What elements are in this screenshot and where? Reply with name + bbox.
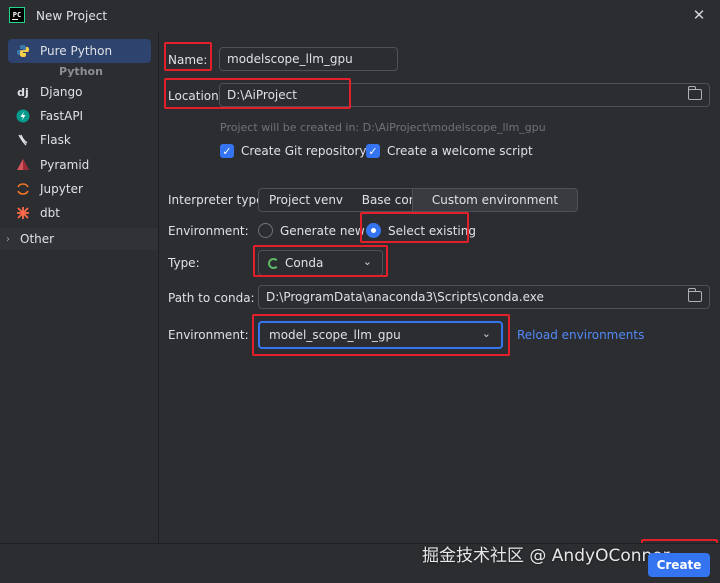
- generate-new-radio[interactable]: [258, 223, 273, 238]
- folder-icon[interactable]: [687, 288, 702, 302]
- select-existing-radio[interactable]: [366, 223, 381, 238]
- sidebar-item-flask[interactable]: Flask: [8, 128, 151, 152]
- environment-mode-label: Environment:: [168, 224, 249, 238]
- environment-value: model_scope_llm_gpu: [269, 328, 401, 342]
- git-checkbox[interactable]: ✓: [220, 144, 234, 158]
- sidebar-item-django[interactable]: dj Django: [8, 80, 151, 104]
- project-type-sidebar: Pure Python Python dj Django FastAPI Fla…: [0, 32, 159, 543]
- type-value: Conda: [285, 256, 324, 270]
- sidebar-group-label: Python: [59, 65, 103, 78]
- environment-label: Environment:: [168, 328, 249, 342]
- pycharm-logo-icon: PC: [9, 7, 25, 23]
- sidebar-item-pure-python[interactable]: Pure Python: [8, 39, 151, 63]
- name-value: modelscope_llm_gpu: [227, 52, 353, 66]
- chevron-down-icon: ⌄: [362, 255, 372, 268]
- location-field[interactable]: D:\AiProject: [219, 83, 710, 107]
- interpreter-type-label: Interpreter type:: [168, 193, 268, 207]
- title-bar: PC New Project ✕: [0, 0, 720, 32]
- sidebar-item-label: FastAPI: [40, 109, 84, 123]
- type-dropdown[interactable]: Conda ⌄: [258, 250, 383, 276]
- conda-path-label: Path to conda:: [168, 291, 255, 305]
- welcome-script-label: Create a welcome script: [387, 144, 533, 158]
- sidebar-item-jupyter[interactable]: Jupyter: [8, 177, 151, 201]
- git-checkbox-label: Create Git repository: [241, 144, 367, 158]
- watermark: 掘金技术社区 @ AndyOConnor: [422, 546, 670, 566]
- dbt-icon: [16, 206, 30, 220]
- sidebar-item-fastapi[interactable]: FastAPI: [8, 104, 151, 128]
- select-existing-label: Select existing: [388, 224, 476, 238]
- sidebar-group-other[interactable]: › Other: [0, 228, 158, 250]
- conda-path-field[interactable]: D:\ProgramData\anaconda3\Scripts\conda.e…: [258, 285, 710, 309]
- sidebar-item-label: Jupyter: [40, 182, 83, 196]
- sidebar-item-label: Pyramid: [40, 158, 90, 172]
- tab-project-venv[interactable]: Project venv: [258, 188, 354, 212]
- name-label: Name:: [168, 53, 208, 67]
- sidebar-item-label: Pure Python: [40, 44, 113, 58]
- project-settings-panel: Name: modelscope_llm_gpu Location: D:\Ai…: [160, 32, 720, 543]
- sidebar-item-label: Other: [20, 232, 55, 246]
- name-field[interactable]: modelscope_llm_gpu: [219, 47, 398, 71]
- conda-path-value: D:\ProgramData\anaconda3\Scripts\conda.e…: [266, 290, 544, 304]
- sidebar-item-label: dbt: [40, 206, 60, 220]
- fastapi-icon: [16, 109, 30, 123]
- create-label: Create: [656, 558, 702, 572]
- python-icon: [16, 44, 30, 58]
- sidebar-item-label: Flask: [40, 133, 71, 147]
- generate-new-label: Generate new: [280, 224, 365, 238]
- type-label: Type:: [168, 256, 200, 270]
- sidebar-item-pyramid[interactable]: Pyramid: [8, 153, 151, 177]
- location-value: D:\AiProject: [227, 88, 297, 102]
- location-label: Location:: [168, 89, 223, 103]
- reload-environments-link[interactable]: Reload environments: [517, 328, 644, 342]
- environment-dropdown[interactable]: model_scope_llm_gpu ⌄: [258, 321, 503, 349]
- django-icon: dj: [17, 85, 29, 99]
- close-icon[interactable]: ✕: [692, 8, 706, 23]
- welcome-script-checkbox[interactable]: ✓: [366, 144, 380, 158]
- location-hint: Project will be created in: D:\AiProject…: [220, 121, 546, 134]
- tab-label: Custom environment: [431, 193, 559, 207]
- folder-icon[interactable]: [687, 86, 702, 100]
- conda-icon: [268, 257, 279, 269]
- pyramid-icon: [16, 158, 30, 172]
- tab-label: Project venv: [268, 193, 344, 207]
- chevron-right-icon: ›: [6, 233, 10, 245]
- jupyter-icon: [16, 182, 30, 196]
- create-button[interactable]: Create: [648, 553, 710, 577]
- chevron-down-icon: ⌄: [481, 327, 491, 340]
- flask-icon: [16, 133, 30, 147]
- sidebar-item-label: Django: [40, 85, 83, 99]
- tab-custom-environment[interactable]: Custom environment: [412, 188, 578, 212]
- sidebar-item-dbt[interactable]: dbt: [8, 201, 151, 225]
- window-title: New Project: [36, 9, 108, 23]
